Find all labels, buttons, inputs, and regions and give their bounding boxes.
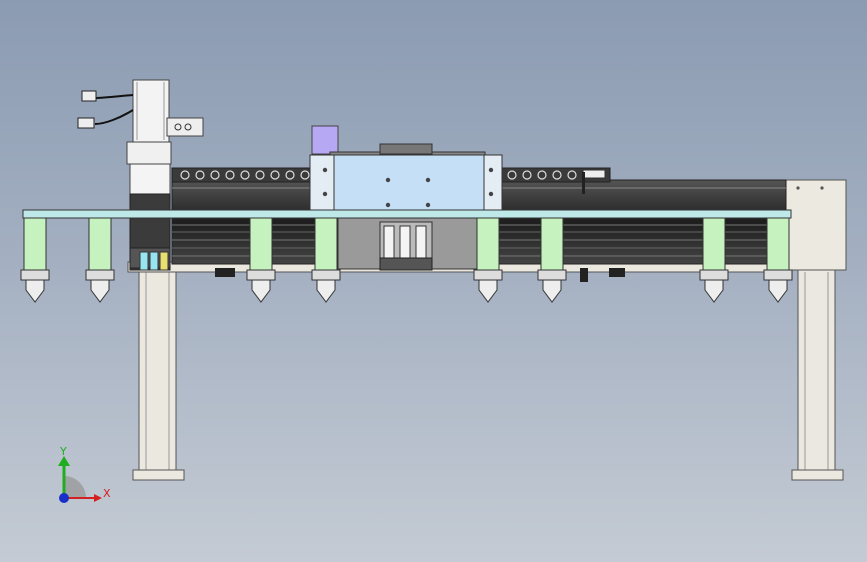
- x-axis-label: X: [103, 487, 111, 500]
- carriage[interactable]: [309, 143, 503, 271]
- right-end-block[interactable]: [785, 179, 847, 271]
- z-axis-dot: [59, 493, 69, 503]
- left-support-leg[interactable]: [132, 269, 185, 481]
- nozzle-assembly[interactable]: [763, 217, 793, 303]
- y-axis-label: Y: [59, 445, 67, 458]
- nozzle-assembly[interactable]: [473, 217, 503, 303]
- cable-chain-left[interactable]: [171, 167, 313, 183]
- cad-viewport[interactable]: Y X: [0, 0, 867, 562]
- gantry-assembly-drawing: Y X: [20, 79, 847, 503]
- nozzle-assembly[interactable]: [85, 217, 115, 303]
- coordinate-triad[interactable]: Y X: [58, 445, 111, 503]
- nozzle-assembly[interactable]: [246, 217, 276, 303]
- motor-cables: [77, 90, 134, 129]
- nozzle-assembly[interactable]: [699, 217, 729, 303]
- nozzle-assembly[interactable]: [20, 217, 50, 303]
- nozzle-assembly[interactable]: [311, 217, 341, 303]
- right-support-leg[interactable]: [791, 269, 844, 481]
- nozzle-assembly[interactable]: [537, 217, 567, 303]
- glass-mounting-bar[interactable]: [22, 209, 792, 219]
- sensor-block-purple[interactable]: [311, 125, 339, 155]
- x-axis-arrowhead: [94, 494, 102, 502]
